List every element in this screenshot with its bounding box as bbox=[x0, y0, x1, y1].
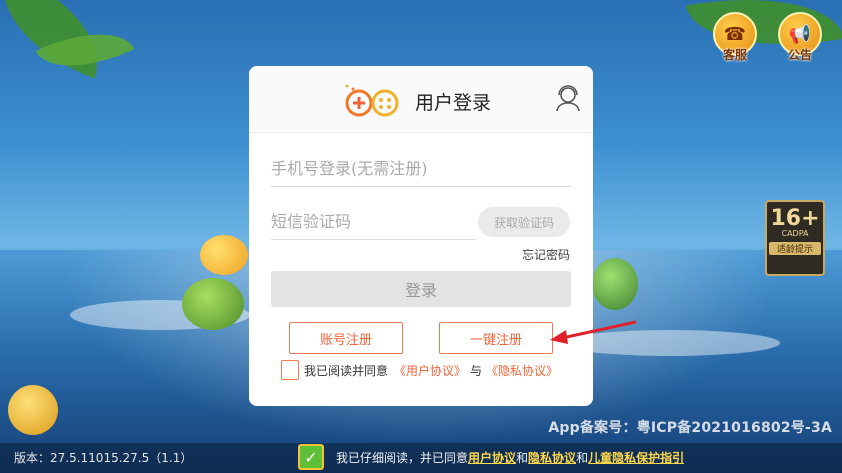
age-rating-badge[interactable]: 16+ CADPA 适龄提示 bbox=[765, 200, 825, 276]
login-title: 用户登录 bbox=[415, 92, 492, 114]
login-panel: 用户登录 获取验证码 忘记密码 登录 账号注册 一键注册 我已阅读并同意 《用户… bbox=[249, 66, 593, 406]
bottom-and-text-2: 和 bbox=[576, 450, 589, 465]
get-code-button[interactable]: 获取验证码 bbox=[478, 207, 570, 237]
notice-button[interactable]: 📢 公告 bbox=[778, 12, 822, 68]
gamepad-logo-icon bbox=[345, 84, 399, 117]
phone-field[interactable] bbox=[271, 152, 571, 187]
fish-decoration bbox=[200, 235, 248, 275]
age-rating-tip: 适龄提示 bbox=[769, 242, 821, 255]
privacy-agreement-link[interactable]: 《隐私协议》 bbox=[486, 362, 558, 379]
coin-decoration bbox=[8, 385, 58, 435]
support-agent-icon[interactable] bbox=[555, 84, 581, 112]
age-rating-value: 16+ bbox=[770, 206, 820, 231]
bottom-agree-text: 我已仔细阅读，并已同意 bbox=[336, 450, 469, 465]
child-privacy-link[interactable]: 儿童隐私保护指引 bbox=[588, 449, 684, 466]
fish-decoration bbox=[182, 278, 244, 330]
account-register-button[interactable]: 账号注册 bbox=[289, 322, 403, 354]
agree-text: 我已阅读并同意 bbox=[304, 363, 389, 378]
user-agreement-link[interactable]: 《用户协议》 bbox=[394, 362, 466, 379]
icp-record: App备案号：粤ICP备2021016802号-3A bbox=[548, 420, 832, 436]
agreement-row: 我已阅读并同意 《用户协议》 与 《隐私协议》 bbox=[281, 360, 558, 380]
forgot-password-link[interactable]: 忘记密码 bbox=[522, 246, 570, 263]
customer-service-button[interactable]: ☎ 客服 bbox=[713, 12, 757, 68]
bottom-agree-checkbox[interactable]: ✓ bbox=[298, 444, 324, 470]
quick-register-button[interactable]: 一键注册 bbox=[439, 322, 553, 354]
bottom-privacy-agreement-link[interactable]: 隐私协议 bbox=[528, 449, 576, 466]
sms-code-field[interactable] bbox=[271, 205, 476, 240]
bottom-user-agreement-link[interactable]: 用户协议 bbox=[468, 449, 516, 466]
agree-checkbox[interactable] bbox=[281, 360, 299, 380]
login-panel-header: 用户登录 bbox=[249, 66, 593, 133]
phone-input[interactable] bbox=[271, 152, 571, 184]
version-text: 版本：27.5.11015.27.5（1.1） bbox=[14, 451, 193, 465]
notice-label: 公告 bbox=[787, 48, 812, 62]
fish-decoration bbox=[592, 258, 638, 310]
sms-code-input[interactable] bbox=[271, 205, 476, 237]
bottom-and-text-1: 和 bbox=[516, 450, 529, 465]
customer-service-label: 客服 bbox=[722, 48, 747, 62]
red-arrow-annotation bbox=[550, 320, 637, 344]
login-button[interactable]: 登录 bbox=[271, 271, 571, 307]
bottom-agreement: ✓ 我已仔细阅读，并已同意 用户协议 和 隐私协议 和 儿童隐私保护指引 bbox=[298, 444, 684, 470]
and-text: 与 bbox=[470, 363, 483, 378]
